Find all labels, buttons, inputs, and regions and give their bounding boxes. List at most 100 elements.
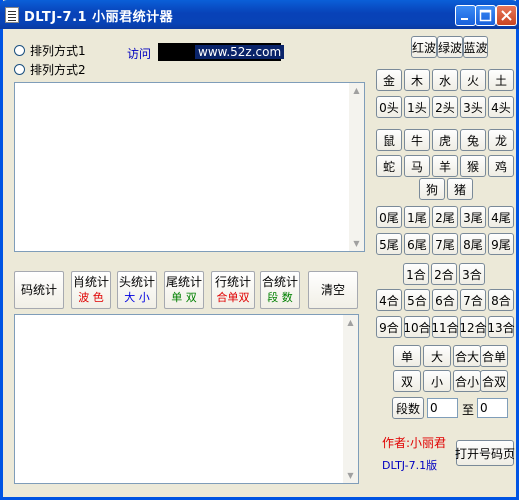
- sum-button-b-1[interactable]: 5合: [404, 289, 430, 311]
- zodiac-button-b-3[interactable]: 猴: [460, 155, 486, 177]
- zodiac-button-4[interactable]: 龙: [488, 129, 514, 151]
- element-button-2[interactable]: 水: [432, 69, 458, 91]
- zodiac-button-b-2[interactable]: 羊: [432, 155, 458, 177]
- sum-button-0[interactable]: 1合: [403, 263, 429, 285]
- sum-button-2[interactable]: 3合: [459, 263, 485, 285]
- tail-stats-label: 尾统计: [165, 275, 202, 289]
- url-field[interactable]: www.52z.com: [158, 43, 285, 61]
- zodiac-button-c-0[interactable]: 狗: [419, 178, 445, 200]
- big-small-label: 大 小: [124, 291, 150, 304]
- head-button-1[interactable]: 1头: [404, 96, 430, 118]
- sum-button-1[interactable]: 2合: [431, 263, 457, 285]
- tail-button-b-3[interactable]: 8尾: [460, 233, 486, 255]
- zodiac-button-2[interactable]: 虎: [432, 129, 458, 151]
- element-button-3[interactable]: 火: [460, 69, 486, 91]
- vertical-scrollbar[interactable]: ▲ ▼: [343, 315, 358, 483]
- zodiac-button-3[interactable]: 兔: [460, 129, 486, 151]
- sum-button-c-4[interactable]: 13合: [487, 316, 515, 338]
- head-stats-label: 头统计: [118, 275, 155, 289]
- parity-button-b-1[interactable]: 小: [423, 370, 451, 392]
- parity-button-b-0[interactable]: 双: [393, 370, 421, 392]
- minimize-button[interactable]: [455, 5, 476, 26]
- scroll-down-icon[interactable]: ▼: [349, 236, 364, 251]
- element-button-4[interactable]: 土: [488, 69, 514, 91]
- tail-button-3[interactable]: 3尾: [460, 206, 486, 228]
- scroll-down-icon[interactable]: ▼: [343, 468, 358, 483]
- result-memo-bottom[interactable]: ▲ ▼: [14, 314, 359, 484]
- head-button-0[interactable]: 0头: [376, 96, 402, 118]
- app-window: DLTJ-7.1 小丽君统计器 排列方式1 排列方式2 访问 www.52z.c…: [0, 0, 519, 500]
- sum-button-c-0[interactable]: 9合: [376, 316, 402, 338]
- tail-button-2[interactable]: 2尾: [432, 206, 458, 228]
- sum-button-c-1[interactable]: 10合: [403, 316, 431, 338]
- scroll-up-icon[interactable]: ▲: [343, 315, 358, 330]
- zodiac-button-b-0[interactable]: 蛇: [376, 155, 402, 177]
- parity-button-1[interactable]: 大: [423, 345, 451, 367]
- head-button-2[interactable]: 2头: [432, 96, 458, 118]
- maximize-icon: [479, 9, 492, 22]
- segment-from-input[interactable]: 0: [427, 398, 458, 418]
- zodiac-button-1[interactable]: 牛: [404, 129, 430, 151]
- author-label: 作者:小丽君: [382, 436, 447, 450]
- parity-button-b-3[interactable]: 合双: [480, 370, 508, 392]
- element-button-0[interactable]: 金: [376, 69, 402, 91]
- tail-button-4[interactable]: 4尾: [488, 206, 514, 228]
- sort-option-2[interactable]: 排列方式2: [14, 61, 86, 78]
- sum-odd-even-label: 合单双: [216, 291, 250, 304]
- parity-button-3[interactable]: 合单: [480, 345, 508, 367]
- sum-button-b-3[interactable]: 7合: [460, 289, 486, 311]
- parity-button-0[interactable]: 单: [393, 345, 421, 367]
- clear-button[interactable]: 清空: [308, 271, 358, 309]
- close-icon: [501, 10, 512, 21]
- red-wave-button[interactable]: 红波: [411, 36, 437, 58]
- sum-stats-label: 合统计: [261, 275, 298, 289]
- app-icon: [5, 7, 19, 23]
- tail-button-b-0[interactable]: 5尾: [376, 233, 402, 255]
- parity-button-b-2[interactable]: 合小: [453, 370, 481, 392]
- sum-button-b-4[interactable]: 8合: [488, 289, 514, 311]
- tail-button-0[interactable]: 0尾: [376, 206, 402, 228]
- head-button-4[interactable]: 4头: [488, 96, 514, 118]
- open-numbers-page-button[interactable]: 打开号码页: [455, 440, 515, 466]
- element-button-1[interactable]: 木: [404, 69, 430, 91]
- title-bar[interactable]: DLTJ-7.1 小丽君统计器: [0, 0, 519, 29]
- zodiac-button-0[interactable]: 鼠: [376, 129, 402, 151]
- tail-stats-button[interactable]: 尾统计单 双: [164, 271, 204, 309]
- head-button-3[interactable]: 3头: [460, 96, 486, 118]
- tail-button-b-2[interactable]: 7尾: [432, 233, 458, 255]
- segment-to-input[interactable]: 0: [477, 398, 508, 418]
- sort-option-1[interactable]: 排列方式1: [14, 42, 86, 59]
- sort-option-1-label: 排列方式1: [30, 44, 86, 58]
- scroll-up-icon[interactable]: ▲: [349, 83, 364, 98]
- vertical-scrollbar[interactable]: ▲ ▼: [349, 83, 364, 251]
- zodiac-button-b-1[interactable]: 马: [404, 155, 430, 177]
- sum-button-b-0[interactable]: 4合: [376, 289, 402, 311]
- zodiac-stats-label: 肖统计: [72, 275, 109, 289]
- tail-button-b-4[interactable]: 9尾: [488, 233, 514, 255]
- zodiac-stats-button[interactable]: 肖统计波 色: [71, 271, 111, 309]
- zodiac-button-b-4[interactable]: 鸡: [488, 155, 514, 177]
- zodiac-button-c-1[interactable]: 猪: [447, 178, 473, 200]
- maximize-button[interactable]: [475, 5, 496, 26]
- parity-button-2[interactable]: 合大: [453, 345, 481, 367]
- sum-stats-button[interactable]: 合统计段 数: [260, 271, 300, 309]
- odd-even-label: 单 双: [171, 291, 197, 304]
- element-stats-button[interactable]: 行统计 合单双: [211, 271, 255, 309]
- sum-button-b-2[interactable]: 6合: [432, 289, 458, 311]
- green-wave-button[interactable]: 绿波: [437, 36, 463, 58]
- result-memo-top[interactable]: ▲ ▼: [14, 82, 365, 252]
- sum-button-c-3[interactable]: 12合: [459, 316, 487, 338]
- sort-option-2-label: 排列方式2: [30, 63, 86, 77]
- blue-wave-button[interactable]: 蓝波: [463, 36, 488, 58]
- close-button[interactable]: [496, 5, 517, 26]
- minimize-icon: [461, 18, 468, 20]
- tail-button-1[interactable]: 1尾: [404, 206, 430, 228]
- visit-label: 访问: [127, 47, 152, 61]
- segment-button[interactable]: 段数: [392, 397, 424, 419]
- code-stats-button[interactable]: 码统计: [14, 271, 64, 309]
- head-stats-button[interactable]: 头统计大 小: [117, 271, 157, 309]
- element-stats-label: 行统计: [214, 275, 251, 289]
- sum-button-c-2[interactable]: 11合: [431, 316, 459, 338]
- radio-icon: [14, 64, 25, 75]
- tail-button-b-1[interactable]: 6尾: [404, 233, 430, 255]
